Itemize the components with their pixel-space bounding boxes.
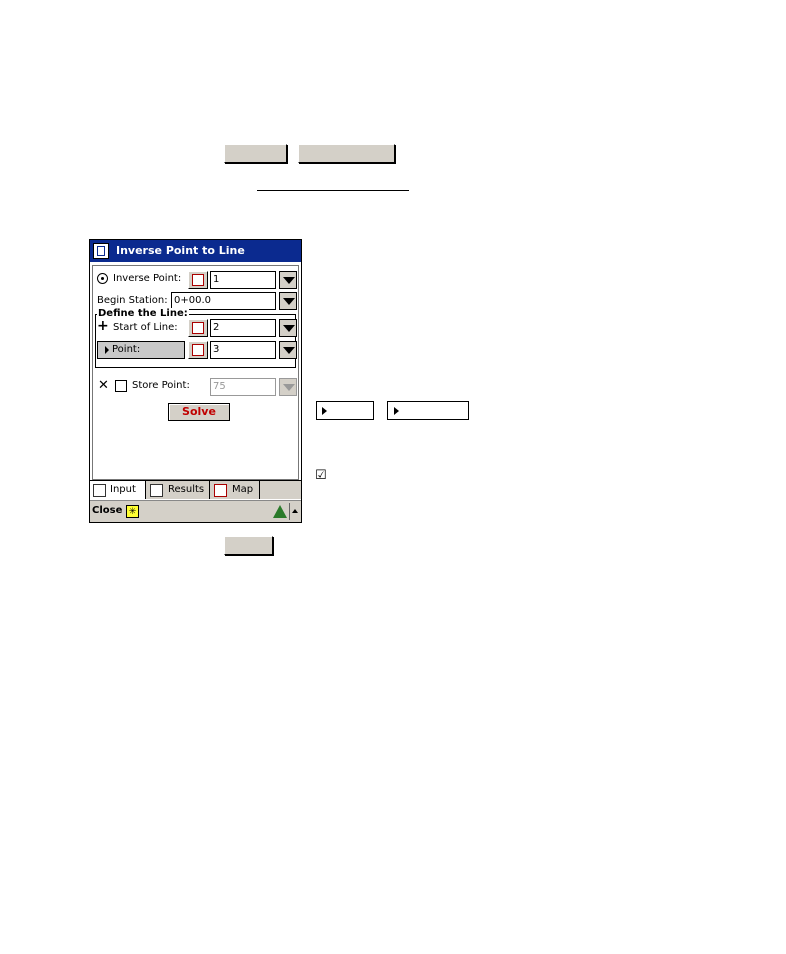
solve-button[interactable]: Solve [168, 403, 230, 421]
tab-map-label: Map [232, 484, 254, 495]
x-mark-icon: ✕ [98, 378, 109, 393]
store-point-checkbox[interactable] [115, 380, 127, 392]
tab-results[interactable]: Results [147, 481, 210, 499]
start-of-line-dropdown-button[interactable] [279, 319, 297, 337]
annotation-point-button-long [387, 401, 469, 420]
play-arrow-icon [105, 346, 109, 354]
map-pick-icon [192, 344, 204, 356]
map-pick-icon [192, 274, 204, 286]
gps-status-icon[interactable] [273, 505, 287, 518]
annotation-button-bottom [224, 536, 273, 555]
define-line-title: Define the Line: [97, 308, 189, 320]
app-icon [93, 243, 109, 259]
annotation-button-short [224, 144, 287, 163]
start-of-line-map-pick-button[interactable] [188, 319, 208, 337]
close-button[interactable]: Close [92, 505, 122, 516]
window-title: Inverse Point to Line [116, 244, 245, 257]
results-tab-icon [150, 484, 163, 497]
chevron-up-icon[interactable] [292, 509, 298, 513]
chevron-down-icon [283, 384, 295, 391]
target-point-icon [97, 273, 108, 284]
inverse-point-field[interactable]: 1 [210, 271, 276, 289]
tab-input-label: Input [110, 484, 136, 495]
play-arrow-icon [322, 407, 327, 415]
annotation-underline [257, 190, 409, 191]
inverse-point-label: Inverse Point: [113, 273, 182, 284]
chevron-down-icon [283, 277, 295, 284]
status-bar: Close ✳ [90, 500, 301, 522]
store-point-field[interactable]: 75 [210, 378, 276, 396]
store-point-label: Store Point: [132, 380, 190, 391]
star-icon[interactable]: ✳ [126, 505, 139, 518]
tab-bar: Input Results Map [90, 480, 301, 499]
begin-station-dropdown-button[interactable] [279, 292, 297, 310]
chevron-down-icon [283, 325, 295, 332]
checked-checkbox-icon: ☑ [315, 468, 327, 483]
input-panel: Inverse Point: 1 Begin Station: 0+00.0 D… [92, 265, 299, 480]
inverse-point-map-pick-button[interactable] [188, 271, 208, 289]
chevron-down-icon [283, 347, 295, 354]
map-pick-icon [192, 322, 204, 334]
tab-input[interactable]: Input [90, 481, 146, 499]
play-arrow-icon [394, 407, 399, 415]
inverse-point-dropdown-button[interactable] [279, 271, 297, 289]
start-of-line-label: Start of Line: [113, 322, 178, 333]
annotation-point-button-short [316, 401, 374, 420]
begin-station-label: Begin Station: [97, 295, 168, 306]
title-bar: Inverse Point to Line [90, 240, 301, 262]
tab-map[interactable]: Map [211, 481, 260, 499]
point-dropdown-button[interactable] [279, 341, 297, 359]
point-field[interactable]: 3 [210, 341, 276, 359]
map-tab-icon [214, 484, 227, 497]
tab-results-label: Results [168, 484, 205, 495]
annotation-button-long [298, 144, 395, 163]
point-mode-button[interactable]: Point: [97, 341, 185, 359]
store-point-dropdown-button[interactable] [279, 378, 297, 396]
start-of-line-field[interactable]: 2 [210, 319, 276, 337]
plus-icon: + [97, 318, 109, 334]
point-label: Point: [112, 344, 141, 355]
divider [289, 503, 290, 520]
chevron-down-icon [283, 298, 295, 305]
input-tab-icon [93, 484, 106, 497]
point-map-pick-button[interactable] [188, 341, 208, 359]
inverse-point-to-line-window: Inverse Point to Line Inverse Point: 1 B… [89, 239, 302, 523]
